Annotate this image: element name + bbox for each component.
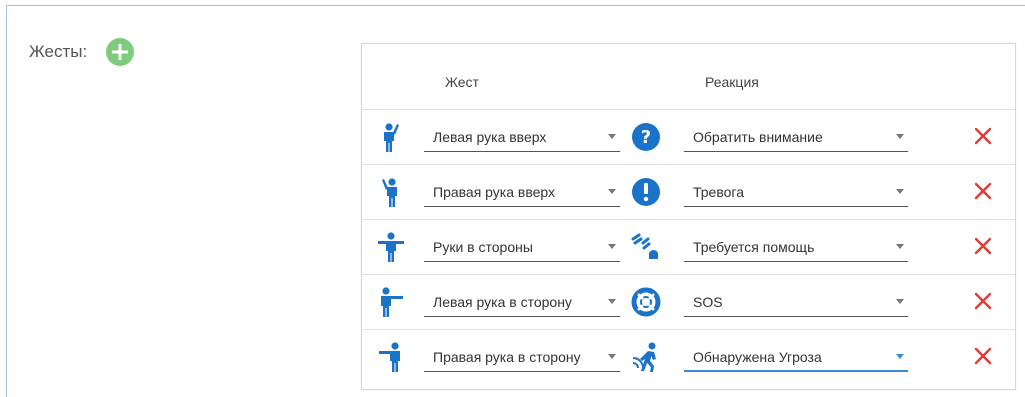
chevron-down-icon <box>896 354 904 359</box>
table-row: Левая рука в сторону SOS <box>362 274 1015 329</box>
left-arm-side-icon <box>381 287 403 317</box>
svg-text:?: ? <box>641 127 651 148</box>
left-hand-up-icon <box>384 123 399 152</box>
table-row: Правая рука в сторону Обнаружена Угроза <box>362 329 1015 384</box>
gesture-select[interactable]: Правая рука в сторону <box>424 340 620 372</box>
chevron-down-icon <box>608 189 616 194</box>
reaction-select[interactable]: Обратить внимание <box>684 120 908 152</box>
table-row: Левая рука вверх ? Обратить внимание <box>362 109 1015 164</box>
gesture-select[interactable]: Левая рука в сторону <box>424 285 620 317</box>
threat-detected-icon <box>632 342 656 372</box>
gesture-select[interactable]: Правая рука вверх <box>424 175 620 207</box>
call-help-icon <box>631 233 658 259</box>
table-row: Правая рука вверх Тревога <box>362 164 1015 219</box>
column-header-gesture: Жест <box>445 74 479 90</box>
delete-row-button[interactable] <box>973 181 993 201</box>
delete-row-button[interactable] <box>973 126 993 146</box>
reaction-select[interactable]: Тревога <box>684 175 908 207</box>
delete-row-button[interactable] <box>973 291 993 311</box>
delete-row-button[interactable] <box>973 346 993 366</box>
chevron-down-icon <box>608 354 616 359</box>
delete-row-button[interactable] <box>973 236 993 256</box>
question-icon: ? <box>632 123 660 151</box>
exclamation-icon <box>632 178 660 206</box>
arms-out-icon <box>378 232 404 262</box>
chevron-down-icon <box>896 299 904 304</box>
table-row: Руки в стороны Требуется помощь <box>362 219 1015 274</box>
add-gesture-button[interactable] <box>106 38 134 66</box>
gestures-table: Жест Реакция Левая рука вверх ? Обратить… <box>361 43 1016 390</box>
reaction-select[interactable]: Обнаружена Угроза <box>684 340 908 372</box>
reaction-select[interactable]: Требуется помощь <box>684 230 908 262</box>
chevron-down-icon <box>608 134 616 139</box>
right-hand-up-icon <box>382 178 397 207</box>
right-arm-side-icon <box>379 342 400 372</box>
gesture-select[interactable]: Руки в стороны <box>424 230 620 262</box>
gesture-select[interactable]: Левая рука вверх <box>424 120 620 152</box>
reaction-select[interactable]: SOS <box>684 285 908 317</box>
chevron-down-icon <box>896 134 904 139</box>
chevron-down-icon <box>608 299 616 304</box>
chevron-down-icon <box>896 244 904 249</box>
plus-icon <box>112 44 128 60</box>
gestures-label: Жесты: <box>29 42 88 61</box>
chevron-down-icon <box>896 189 904 194</box>
chevron-down-icon <box>608 244 616 249</box>
lifebuoy-icon <box>631 287 661 317</box>
column-header-reaction: Реакция <box>705 74 759 90</box>
